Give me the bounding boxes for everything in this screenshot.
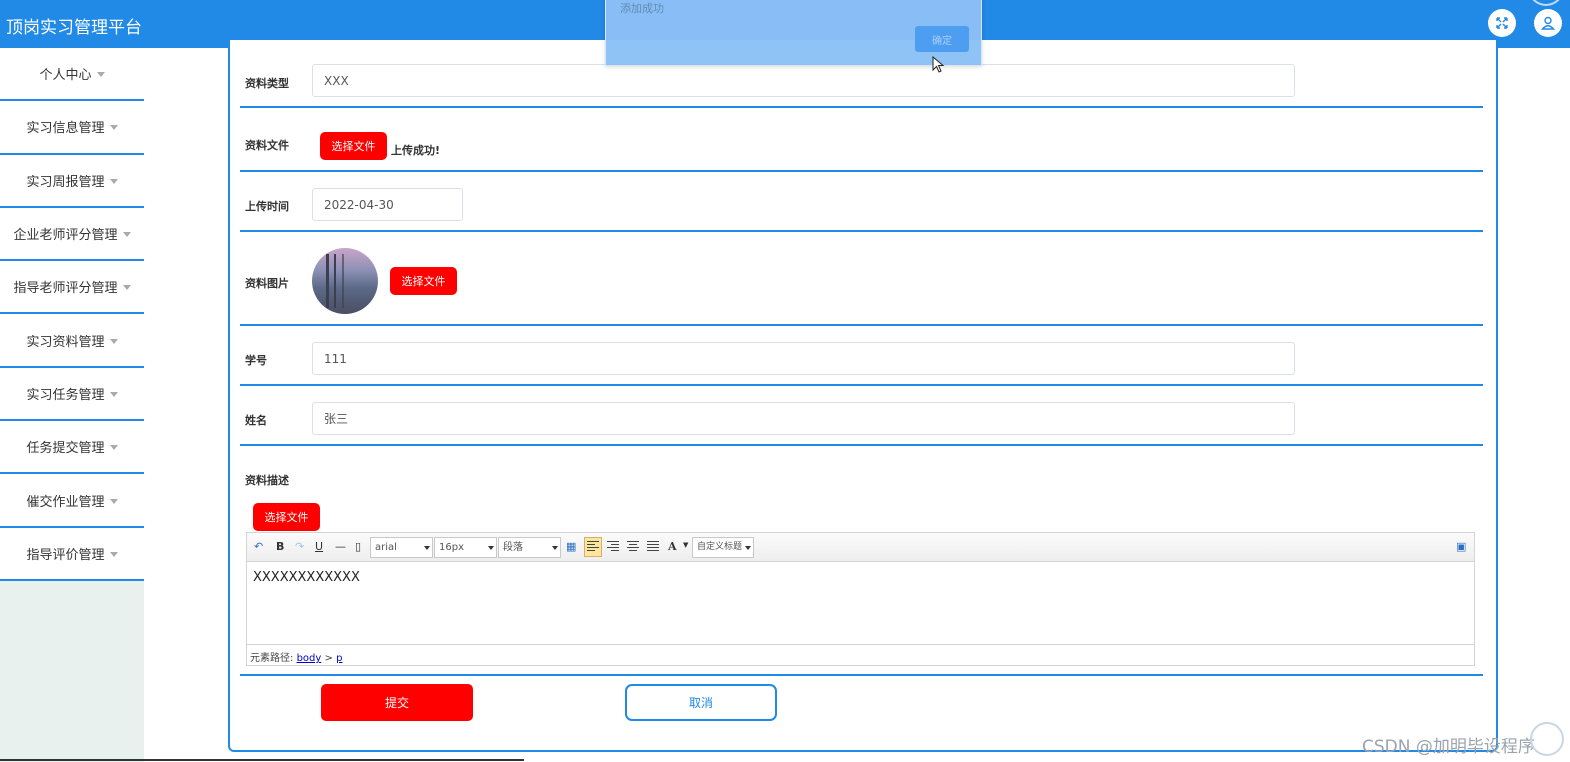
- type-label: 资料类型: [245, 77, 289, 90]
- align-right-icon[interactable]: [607, 541, 619, 552]
- undo-icon[interactable]: ↶: [254, 540, 263, 553]
- submit-button[interactable]: 提交: [321, 684, 473, 721]
- element-path-body-link[interactable]: body: [297, 653, 322, 664]
- form-row-type: 资料类型: [240, 60, 1483, 108]
- form-row-file: 资料文件 选择文件 上传成功!: [240, 108, 1483, 172]
- chevron-down-icon: [109, 178, 118, 184]
- paragraph-value: 段落: [503, 542, 523, 553]
- chevron-down-icon: [109, 125, 118, 131]
- header-ring-decoration: [1528, 0, 1564, 6]
- upload-date-input[interactable]: [312, 188, 463, 221]
- sidebar-item-label: 实习资料管理: [26, 334, 105, 350]
- upload-status: 上传成功!: [391, 144, 441, 157]
- name-input[interactable]: [312, 402, 1295, 435]
- form-row-name: 姓名: [240, 386, 1483, 446]
- name-label: 姓名: [245, 414, 267, 427]
- table-icon[interactable]: ▦: [566, 540, 576, 553]
- form-row-student-no: 学号: [240, 326, 1483, 386]
- sidebar-item-label: 企业老师评分管理: [13, 228, 118, 244]
- dialog-ok-button[interactable]: 确定: [915, 26, 969, 52]
- font-size-select[interactable]: 16px: [434, 537, 497, 558]
- editor-content[interactable]: XXXXXXXXXXXX: [247, 562, 1474, 644]
- sidebar-item-label: 实习周报管理: [26, 174, 105, 190]
- sidebar-item-label: 任务提交管理: [26, 441, 105, 457]
- student-no-input[interactable]: [312, 342, 1295, 375]
- file-label: 资料文件: [245, 139, 289, 152]
- sidebar-item-label: 指导老师评分管理: [13, 281, 118, 297]
- chevron-down-icon: [109, 338, 118, 344]
- underline-button[interactable]: U: [315, 540, 323, 553]
- image-choose-button[interactable]: 选择文件: [390, 267, 457, 295]
- user-icon[interactable]: [1534, 9, 1562, 37]
- sidebar-item-internship-tasks[interactable]: 实习任务管理: [0, 367, 144, 422]
- element-path-p-link[interactable]: p: [336, 653, 342, 664]
- sidebar-item-company-teacher-score[interactable]: 企业老师评分管理: [0, 207, 144, 262]
- sidebar-item-internship-info[interactable]: 实习信息管理: [0, 101, 144, 155]
- element-path-separator: >: [324, 653, 333, 664]
- font-size-value: 16px: [439, 542, 464, 553]
- align-justify-icon[interactable]: [647, 541, 659, 552]
- align-center-icon[interactable]: [627, 541, 639, 552]
- sidebar: 个人中心 实习信息管理 实习周报管理 企业老师评分管理 指导老师评分管理 实习资…: [0, 48, 144, 762]
- description-label: 资料描述: [245, 474, 289, 487]
- font-family-select[interactable]: arial: [370, 537, 433, 558]
- chevron-down-icon: [109, 498, 118, 504]
- sidebar-item-homework-reminder[interactable]: 催交作业管理: [0, 474, 144, 528]
- editor-toolbar: ↶ B ↷ U — ▯ arial 16px 段落 ▦ A ▼ 自定义标题 ▣: [247, 533, 1474, 562]
- material-image-preview: [312, 248, 378, 314]
- sidebar-item-label: 实习信息管理: [26, 121, 105, 137]
- time-label: 上传时间: [245, 200, 289, 213]
- fullscreen-icon[interactable]: ▣: [1456, 540, 1466, 553]
- rich-text-editor: ↶ B ↷ U — ▯ arial 16px 段落 ▦ A ▼ 自定义标题 ▣ …: [246, 532, 1475, 666]
- sidebar-item-guide-teacher-score[interactable]: 指导老师评分管理: [0, 261, 144, 315]
- student-no-label: 学号: [245, 354, 267, 367]
- mouse-cursor-icon: [932, 56, 945, 73]
- align-left-icon: [587, 541, 599, 552]
- sidebar-item-personal-center[interactable]: 个人中心: [0, 48, 144, 102]
- chevron-down-icon: [122, 232, 131, 238]
- chevron-down-icon: [122, 285, 131, 291]
- chevron-down-icon: [96, 72, 105, 78]
- element-path-label: 元素路径:: [250, 653, 294, 664]
- horizontal-rule-icon[interactable]: —: [335, 540, 346, 553]
- page-icon[interactable]: ▯: [355, 540, 361, 553]
- chevron-down-icon: [109, 391, 118, 397]
- image-label: 资料图片: [245, 277, 289, 290]
- sidebar-item-label: 实习任务管理: [26, 387, 105, 403]
- type-input[interactable]: [312, 64, 1295, 97]
- form-row-image: 资料图片 选择文件: [240, 232, 1483, 326]
- sidebar-item-task-submission[interactable]: 任务提交管理: [0, 421, 144, 475]
- font-family-value: arial: [375, 542, 397, 553]
- watermark: CSDN @加明毕设程序: [1362, 737, 1535, 757]
- success-dialog: 添加成功 确定: [605, 0, 982, 66]
- chevron-down-icon[interactable]: ▼: [683, 541, 688, 549]
- back-to-top-icon[interactable]: [1530, 722, 1564, 756]
- form-row-time: 上传时间: [240, 172, 1483, 232]
- sidebar-item-internship-materials[interactable]: 实习资料管理: [0, 314, 144, 368]
- app-title: 顶岗实习管理平台: [6, 18, 142, 38]
- element-path-bar: 元素路径: body > p: [247, 644, 1474, 666]
- font-color-button[interactable]: A: [668, 540, 677, 553]
- custom-title-select[interactable]: 自定义标题: [692, 537, 754, 558]
- sidebar-item-label: 指导评价管理: [26, 547, 105, 563]
- dialog-message: 添加成功: [620, 2, 664, 15]
- custom-title-value: 自定义标题: [697, 542, 743, 552]
- file-choose-button[interactable]: 选择文件: [320, 132, 387, 160]
- chevron-down-icon: [109, 551, 118, 557]
- description-choose-button[interactable]: 选择文件: [253, 503, 320, 531]
- sidebar-menu: 个人中心 实习信息管理 实习周报管理 企业老师评分管理 指导老师评分管理 实习资…: [0, 48, 144, 581]
- sidebar-item-weekly-report[interactable]: 实习周报管理: [0, 154, 144, 208]
- sidebar-item-label: 催交作业管理: [26, 494, 105, 510]
- paragraph-select[interactable]: 段落: [498, 537, 561, 558]
- chevron-down-icon: [109, 445, 118, 451]
- sidebar-item-guidance-evaluation[interactable]: 指导评价管理: [0, 527, 144, 581]
- redo-icon[interactable]: ↷: [295, 540, 304, 553]
- cancel-button[interactable]: 取消: [625, 684, 777, 721]
- scrollbar-track: [0, 759, 524, 761]
- bold-button[interactable]: B: [276, 540, 284, 553]
- sidebar-item-label: 个人中心: [39, 68, 92, 84]
- expand-icon[interactable]: [1488, 9, 1516, 37]
